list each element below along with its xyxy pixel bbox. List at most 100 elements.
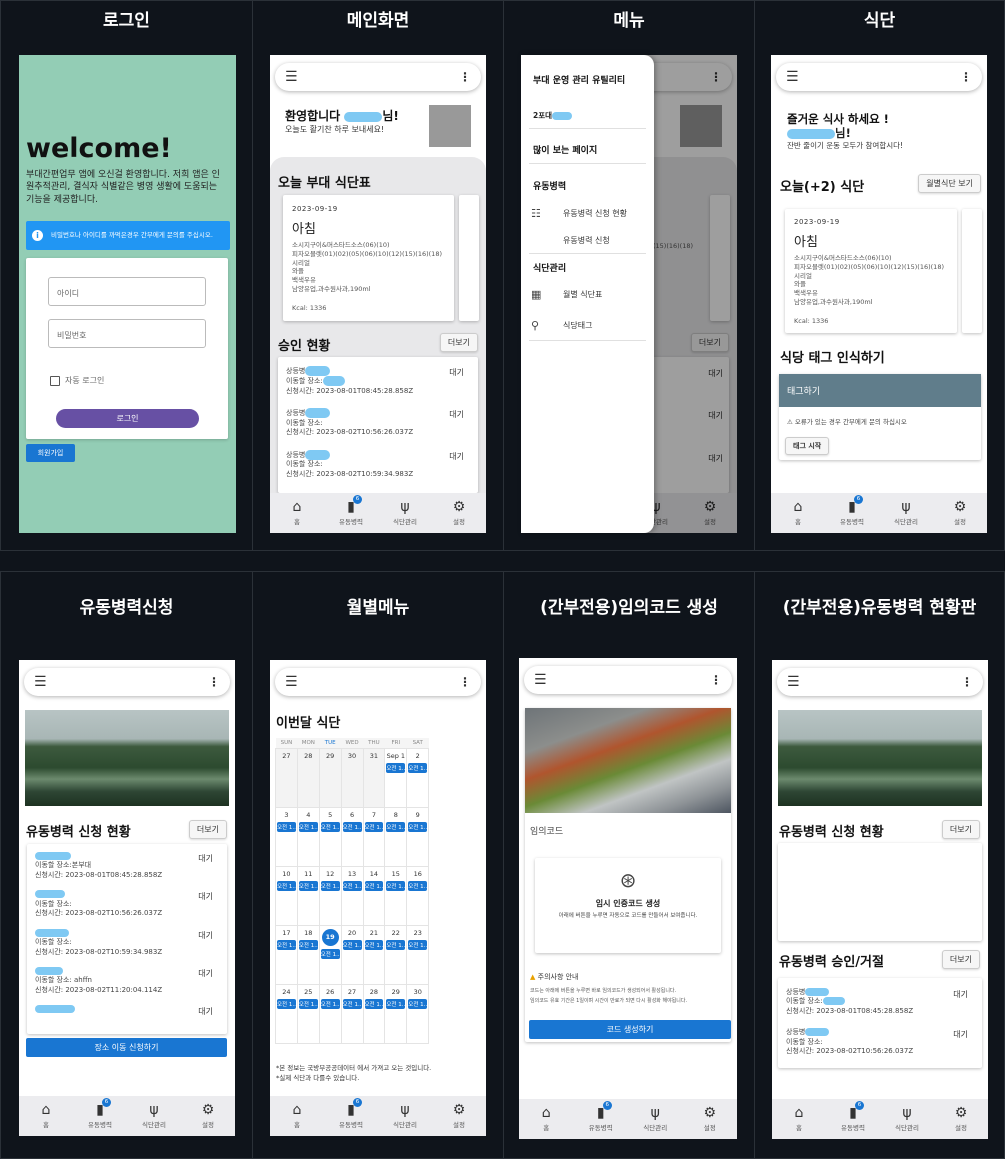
request-item[interactable]: 상등병 이동할 장소: 신청시간: 2023-08-02T10:56:26.03…: [286, 408, 470, 437]
meal-event[interactable]: 오전 1..: [320, 998, 340, 1009]
nav-settings[interactable]: ⚙ 설정: [690, 1105, 730, 1132]
calendar-day[interactable]: 21 오전 1..: [362, 924, 386, 985]
meal-event[interactable]: 오전 1..: [298, 821, 318, 832]
meal-event[interactable]: 오전 1..: [342, 880, 362, 891]
meal-event[interactable]: 오전 1..: [320, 948, 340, 959]
drawer-frequent[interactable]: 많이 보는 페이지: [533, 143, 597, 156]
calendar-day[interactable]: 8 오전 1..: [384, 806, 408, 867]
drawer-item-apply[interactable]: 유동병력 신청: [521, 235, 654, 246]
nav-diet[interactable]: ψ 식단관리: [385, 499, 425, 526]
meal-event[interactable]: 오전 1..: [364, 939, 384, 950]
id-field[interactable]: 아이디: [48, 277, 206, 306]
meal-card[interactable]: 2023-09-19 아침 소시지구이&머스타드소스(06)(10) 피자오믈렛…: [283, 195, 454, 321]
meal-card-next[interactable]: [962, 209, 982, 333]
meal-event[interactable]: 오전 1..: [320, 880, 340, 891]
meal-event[interactable]: 오전 1..: [386, 939, 406, 950]
request-item[interactable]: 이동할 장소: 신청시간: 2023-08-02T10:56:26.037Z 대기: [35, 890, 219, 918]
nav-diet[interactable]: ψ 식단관리: [385, 1102, 425, 1129]
nav-settings[interactable]: ⚙ 설정: [188, 1102, 228, 1129]
calendar-day[interactable]: Sep 1 오전 1..: [384, 747, 408, 808]
meal-event[interactable]: 오전 1..: [386, 880, 406, 891]
more-vert-icon[interactable]: ⋮: [710, 673, 722, 687]
auto-login-checkbox[interactable]: 자동 로그인: [50, 375, 104, 386]
board-more-button[interactable]: 더보기: [941, 820, 980, 839]
monthly-diet-button[interactable]: 월별식단 보기: [918, 174, 981, 193]
meal-event[interactable]: 오전 1..: [342, 998, 362, 1009]
nav-personnel[interactable]: ▮ 6 유동병력: [331, 1098, 371, 1129]
checkbox-box[interactable]: [50, 375, 60, 386]
calendar-day[interactable]: 26 오전 1..: [318, 983, 342, 1044]
password-field[interactable]: 비밀번호: [48, 319, 206, 348]
hamburger-menu-icon[interactable]: ☰: [786, 69, 799, 85]
meal-event[interactable]: 오전 1..: [298, 998, 318, 1009]
generate-code-button[interactable]: 코드 생성하기: [529, 1020, 731, 1039]
more-vert-icon[interactable]: ⋮: [710, 70, 722, 84]
calendar-day[interactable]: 5 오전 1..: [318, 806, 342, 867]
nav-settings[interactable]: ⚙ 설정: [439, 1102, 479, 1129]
request-item[interactable]: 대기: [35, 1005, 219, 1016]
meal-event[interactable]: 오전 1..: [408, 762, 428, 773]
nav-home[interactable]: ⌂ 홈: [26, 1102, 66, 1129]
meal-event[interactable]: 오전 1..: [298, 939, 318, 950]
calendar-day[interactable]: 25 오전 1..: [296, 983, 320, 1044]
calendar-day[interactable]: 20 오전 1..: [340, 924, 364, 985]
drawer-item-status[interactable]: ☷ 유동병력 신청 현황: [521, 207, 654, 220]
meal-event[interactable]: 오전 1..: [408, 880, 428, 891]
more-vert-icon[interactable]: ⋮: [960, 70, 972, 84]
calendar-day[interactable]: 7 오전 1..: [362, 806, 386, 867]
nav-home[interactable]: ⌂ 홈: [277, 499, 317, 526]
calendar-day[interactable]: 16 오전 1..: [406, 865, 430, 926]
calendar-day[interactable]: 23 오전 1..: [406, 924, 430, 985]
request-item[interactable]: 이동할 장소: ahffn 신청시간: 2023-08-02T11:20:04.1…: [35, 966, 219, 995]
meal-event[interactable]: 오전 1..: [277, 939, 296, 950]
calendar-day[interactable]: 13 오전 1..: [340, 865, 364, 926]
calendar-day[interactable]: 3 오전 1..: [275, 806, 298, 867]
nav-personnel[interactable]: ▮ 6 유동병력: [80, 1098, 120, 1129]
nav-home[interactable]: ⌂ 홈: [526, 1105, 566, 1132]
hamburger-menu-icon[interactable]: ☰: [285, 674, 298, 690]
approval-more-button[interactable]: 더보기: [439, 333, 478, 352]
nav-personnel[interactable]: ▮ 6 유동병력: [581, 1101, 621, 1132]
request-item[interactable]: 상등병 이동할 장소: 신청시간: 2023-08-02T10:59:34.98…: [286, 449, 470, 479]
calendar-day[interactable]: 22 오전 1..: [384, 924, 408, 985]
meal-event[interactable]: 오전 1..: [277, 821, 296, 832]
meal-event[interactable]: 오전 1..: [364, 998, 384, 1009]
calendar-day[interactable]: 19 오전 1..: [318, 924, 342, 985]
nav-settings[interactable]: ⚙ 설정: [941, 1105, 981, 1132]
meal-event[interactable]: 오전 1..: [408, 821, 428, 832]
calendar-day[interactable]: 12 오전 1..: [318, 865, 342, 926]
calendar-day[interactable]: 28: [296, 747, 320, 808]
request-item[interactable]: 이동할 장소: 신청시간: 2023-08-02T10:59:34.983Z 대기: [35, 928, 219, 957]
nav-personnel[interactable]: ▮ 6 유동병력: [833, 1101, 873, 1132]
drawer-item-tag[interactable]: ⚲ 식당태그: [521, 319, 654, 332]
calendar-day[interactable]: 27 오전 1..: [340, 983, 364, 1044]
request-item[interactable]: 이동할 장소:본부대 신청시간: 2023-08-01T08:45:28.858Z…: [35, 852, 219, 880]
meal-event[interactable]: 오전 1..: [364, 821, 384, 832]
more-vert-icon[interactable]: ⋮: [459, 70, 471, 84]
nav-settings[interactable]: ⚙ 설정: [940, 499, 980, 526]
nav-diet[interactable]: ψ 식단관리: [886, 499, 926, 526]
calendar-day[interactable]: 30 오전 1..: [406, 983, 430, 1044]
calendar-day[interactable]: 11 오전 1..: [296, 865, 320, 926]
meal-event[interactable]: 오전 1..: [364, 880, 384, 891]
meal-card-next[interactable]: [459, 195, 479, 321]
meal-event[interactable]: 오전 1..: [386, 821, 406, 832]
calendar-day[interactable]: 31: [362, 747, 386, 808]
calendar-day[interactable]: 29 오전 1..: [384, 983, 408, 1044]
nav-home[interactable]: ⌂ 홈: [779, 1105, 819, 1132]
calendar-day[interactable]: 9 오전 1..: [406, 806, 430, 867]
meal-event[interactable]: 오전 1..: [386, 998, 406, 1009]
meal-event[interactable]: 오전 1..: [342, 939, 362, 950]
meal-event[interactable]: 오전 1..: [277, 998, 296, 1009]
calendar-day[interactable]: 6 오전 1..: [340, 806, 364, 867]
login-button[interactable]: 로그인: [56, 409, 199, 428]
more-vert-icon[interactable]: ⋮: [961, 675, 973, 689]
approve-more-button[interactable]: 더보기: [941, 950, 980, 969]
nav-diet[interactable]: ψ 식단관리: [635, 1105, 675, 1132]
nav-personnel[interactable]: ▮ 6 유동병력: [832, 495, 872, 526]
nav-settings[interactable]: ⚙ 설정: [439, 499, 479, 526]
calendar-day[interactable]: 30: [340, 747, 364, 808]
nav-home[interactable]: ⌂ 홈: [277, 1102, 317, 1129]
calendar-day[interactable]: 4 오전 1..: [296, 806, 320, 867]
calendar-day[interactable]: 18 오전 1..: [296, 924, 320, 985]
